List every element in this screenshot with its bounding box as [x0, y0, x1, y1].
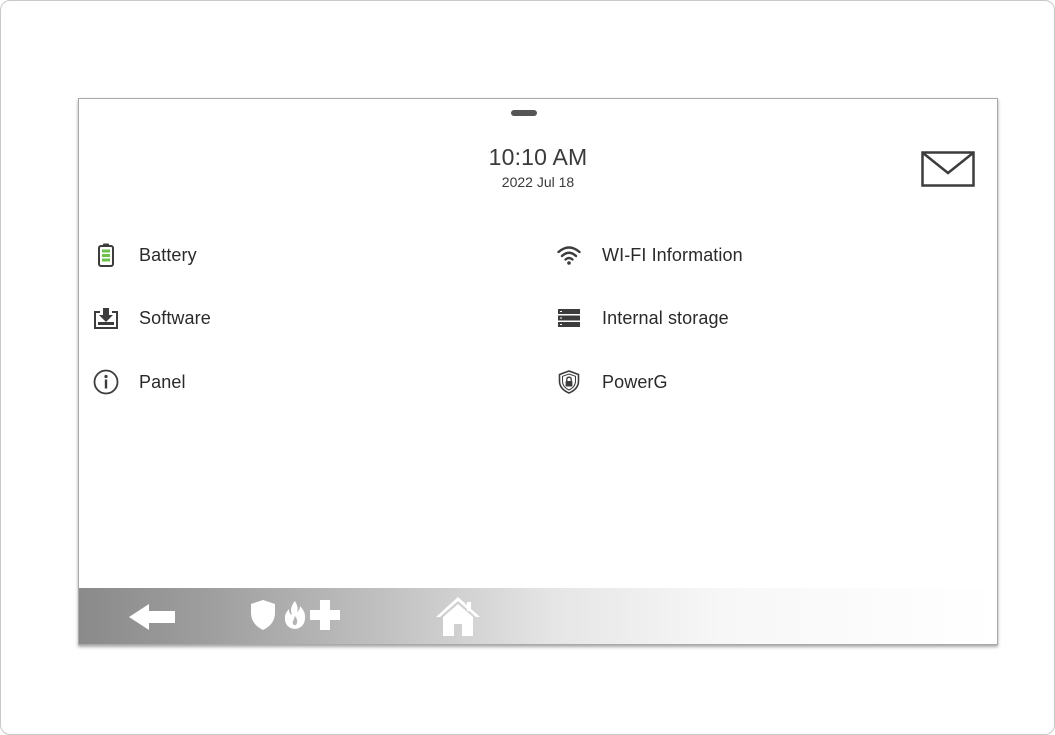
clock-header: 10:10 AM 2022 Jul 18	[79, 143, 997, 191]
wifi-icon	[556, 242, 582, 268]
menu-item-label: Panel	[139, 371, 186, 392]
menu-item-wifi[interactable]: WI-FI Information	[556, 239, 743, 271]
download-tray-icon	[93, 305, 119, 331]
clock-date: 2022 Jul 18	[501, 174, 575, 190]
device-frame: 10:10 AM 2022 Jul 18 Battery Software Pa…	[0, 0, 1055, 735]
shield-lock-icon	[556, 369, 582, 395]
info-circle-icon	[93, 369, 119, 395]
fire-icon[interactable]	[284, 601, 306, 634]
menu-item-internal-storage[interactable]: Internal storage	[556, 302, 729, 334]
shield-icon[interactable]	[251, 600, 275, 635]
menu-item-powerg[interactable]: PowerG	[556, 366, 668, 398]
clock-time: 10:10 AM	[488, 144, 588, 170]
menu-item-label: Software	[139, 307, 211, 328]
mail-icon[interactable]	[921, 151, 975, 187]
menu-item-label: WI-FI Information	[602, 244, 743, 265]
home-icon[interactable]	[435, 596, 481, 641]
storage-icon	[556, 305, 582, 331]
menu-item-panel[interactable]: Panel	[93, 366, 186, 398]
battery-icon	[93, 242, 119, 268]
menu-item-label: Internal storage	[602, 307, 729, 328]
menu-item-label: Battery	[139, 244, 197, 265]
menu-item-battery[interactable]: Battery	[93, 239, 197, 271]
back-arrow-icon[interactable]	[129, 604, 175, 635]
pull-down-handle[interactable]	[511, 110, 537, 116]
medical-cross-icon[interactable]	[310, 600, 340, 635]
menu-item-software[interactable]: Software	[93, 302, 211, 334]
panel-screen: 10:10 AM 2022 Jul 18 Battery Software Pa…	[78, 98, 998, 645]
bottom-nav-bar	[79, 588, 997, 644]
menu-item-label: PowerG	[602, 371, 668, 392]
